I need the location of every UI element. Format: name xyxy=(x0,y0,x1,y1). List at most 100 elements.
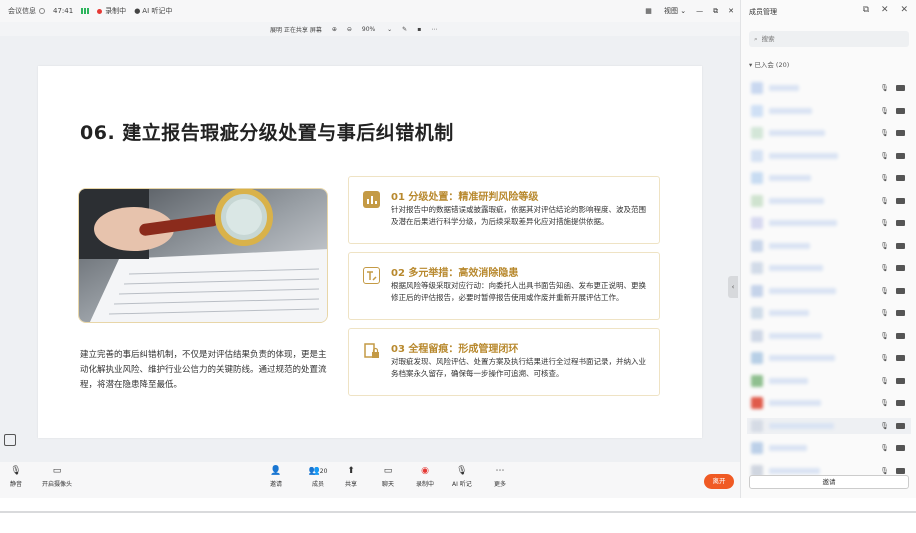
mic-muted-icon[interactable]: 🎙 xyxy=(880,264,889,272)
collapse-panel-chevron-icon[interactable]: ‹ xyxy=(728,276,738,298)
member-row[interactable]: 🎙 xyxy=(747,440,911,456)
more-icon[interactable]: ⋯ xyxy=(431,26,437,33)
camera-off-icon[interactable] xyxy=(896,220,905,226)
camera-off-icon[interactable] xyxy=(896,197,905,204)
avatar xyxy=(751,397,763,409)
share-label: 共享 xyxy=(345,481,358,488)
member-row[interactable]: 🎙 xyxy=(747,305,911,321)
member-row[interactable]: 🎙 xyxy=(747,373,911,389)
camera-off-icon[interactable] xyxy=(896,85,905,91)
mic-muted-icon[interactable]: 🎙 xyxy=(880,152,889,160)
joined-group-header[interactable]: ▾ 已入会 (20) xyxy=(749,59,789,69)
member-row[interactable]: 🎙 xyxy=(747,350,911,366)
camera-off-icon[interactable] xyxy=(896,355,905,361)
mute-button[interactable]: 🎙 静音 xyxy=(10,466,22,488)
divider xyxy=(0,511,916,513)
member-row[interactable]: 🎙 xyxy=(747,80,911,96)
member-row[interactable]: 🎙 xyxy=(747,260,911,276)
member-search[interactable]: ⌕ xyxy=(749,31,909,47)
camera-off-icon[interactable] xyxy=(896,400,905,406)
popout-icon[interactable]: ⧉ xyxy=(863,5,869,15)
share-screen-icon: ⬆ xyxy=(347,466,355,476)
camera-off-icon[interactable] xyxy=(896,445,905,451)
zoom-out-icon[interactable]: ⊖ xyxy=(347,26,352,33)
camera-off-icon[interactable] xyxy=(896,107,905,114)
mic-muted-icon[interactable]: 🎙 xyxy=(880,309,889,317)
member-row[interactable]: 🎙 xyxy=(747,193,911,209)
leave-button[interactable]: 离开 xyxy=(704,474,734,489)
camera-off-icon[interactable] xyxy=(896,467,905,474)
notes-icon[interactable] xyxy=(4,434,16,446)
mic-muted-icon[interactable]: 🎙 xyxy=(880,197,889,205)
avatar xyxy=(751,307,763,319)
invite-label: 邀请 xyxy=(270,481,283,488)
avatar xyxy=(751,352,763,364)
zoom-in-icon[interactable]: ⊕ xyxy=(332,26,337,33)
share-button[interactable]: ⬆ 共享 xyxy=(345,466,357,488)
member-row[interactable]: 🎙 xyxy=(747,148,911,164)
mic-muted-icon[interactable]: 🎙 xyxy=(880,129,889,137)
camera-off-icon[interactable] xyxy=(896,287,905,294)
invite-button[interactable]: 👤 邀请 xyxy=(270,466,282,488)
member-row[interactable]: 🎙 xyxy=(747,215,911,231)
mic-muted-icon[interactable]: 🎙 xyxy=(880,174,889,182)
member-row[interactable]: 🎙 xyxy=(747,328,911,344)
more-button[interactable]: ⋯ 更多 xyxy=(494,466,506,488)
recording-button[interactable]: ◉ 录制中 xyxy=(416,466,434,488)
panel-invite-button[interactable]: 邀请 xyxy=(749,475,909,489)
member-row[interactable]: 🎙 xyxy=(747,238,911,254)
member-search-input[interactable] xyxy=(761,35,892,43)
bar-chart-icon xyxy=(363,191,380,208)
avatar xyxy=(751,82,763,94)
camera-off-icon[interactable] xyxy=(896,265,905,271)
camera-off-icon[interactable] xyxy=(896,242,905,249)
ai-notes-indicator[interactable]: ● AI 听记中 xyxy=(134,6,172,16)
mic-muted-icon[interactable]: 🎙 xyxy=(880,377,889,385)
zoom-level[interactable]: 90% ⌄ xyxy=(362,26,392,33)
panel-close-icon[interactable]: ✕ xyxy=(881,5,889,15)
panel-window-close-icon[interactable]: ✕ xyxy=(900,5,908,15)
close-icon[interactable]: ✕ xyxy=(728,7,734,15)
camera-off-icon[interactable] xyxy=(896,422,905,429)
mic-muted-icon[interactable]: 🎙 xyxy=(880,242,889,250)
camera-off-icon[interactable] xyxy=(896,310,905,316)
presentation-slide: 06. 建立报告瑕疵分级处置与事后纠错机制 建立完善的事后纠错机制，不仅是对评估… xyxy=(38,66,702,438)
mic-muted-icon[interactable]: 🎙 xyxy=(880,422,889,430)
pen-icon[interactable]: ✎ xyxy=(402,26,407,33)
chat-button[interactable]: ▭ 聊天 xyxy=(382,466,394,488)
mic-muted-icon[interactable]: 🎙 xyxy=(880,84,889,92)
view-button[interactable]: ▦ 视图 ⌄ xyxy=(645,6,686,16)
minimize-icon[interactable]: — xyxy=(696,7,703,15)
member-name-redacted xyxy=(769,175,811,181)
mic-muted-icon[interactable]: 🎙 xyxy=(880,354,889,362)
member-row[interactable]: 🎙 xyxy=(747,395,911,411)
mic-muted-icon[interactable]: 🎙 xyxy=(880,107,889,115)
info-icon xyxy=(39,8,45,14)
mic-muted-icon[interactable]: 🎙 xyxy=(880,219,889,227)
mic-muted-icon[interactable]: 🎙 xyxy=(880,444,889,452)
mic-muted-icon[interactable]: 🎙 xyxy=(880,467,889,475)
avatar xyxy=(751,419,763,432)
camera-off-icon[interactable] xyxy=(896,332,905,339)
member-row[interactable]: 🎙 xyxy=(747,125,911,141)
member-row[interactable]: 🎙 xyxy=(747,103,911,119)
card-3-title: 03 全程留痕：形成管理闭环 xyxy=(391,344,519,355)
member-row[interactable]: 🎙 xyxy=(747,170,911,186)
magnifying-glass-photo xyxy=(78,188,328,323)
camera-off-icon[interactable] xyxy=(896,130,905,136)
restore-icon[interactable]: ⧉ xyxy=(713,7,718,16)
member-row[interactable]: 🎙 xyxy=(747,283,911,299)
camera-off-icon[interactable] xyxy=(896,175,905,181)
meeting-info-button[interactable]: 会议信息 xyxy=(8,6,45,16)
camera-off-icon[interactable] xyxy=(896,152,905,159)
mic-muted-icon[interactable]: 🎙 xyxy=(880,399,889,407)
member-row[interactable]: 🎙 xyxy=(747,417,911,434)
recording-indicator[interactable]: 录制中 xyxy=(97,6,126,16)
members-button[interactable]: 👥 20 成员 xyxy=(308,466,328,488)
annotation-icon[interactable]: ▪ xyxy=(417,26,421,33)
camera-button[interactable]: ▭ 开启摄像头 xyxy=(42,466,72,488)
ai-notes-button[interactable]: 🎙 AI 听记 xyxy=(452,466,472,488)
mic-muted-icon[interactable]: 🎙 xyxy=(880,287,889,295)
mic-muted-icon[interactable]: 🎙 xyxy=(880,332,889,340)
camera-off-icon[interactable] xyxy=(896,377,905,384)
